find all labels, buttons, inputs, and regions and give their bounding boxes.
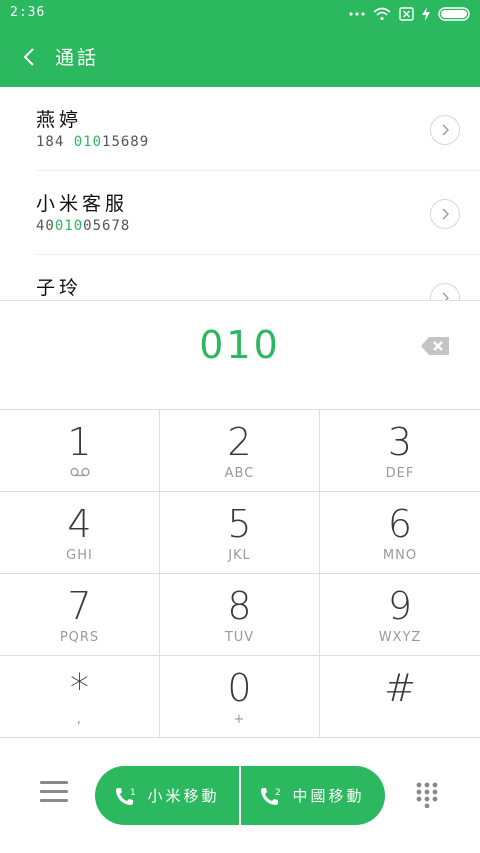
dialpad-toggle-button[interactable] (416, 782, 438, 809)
menu-icon-line (40, 799, 68, 802)
backspace-icon (421, 337, 449, 355)
key-9[interactable]: 9 WXYZ (320, 574, 480, 656)
key-letters: + (233, 712, 246, 727)
more-dots-icon (349, 12, 365, 16)
call-buttons: 1 小米移動 2 中國移動 (95, 766, 385, 825)
key-6[interactable]: 6 MNO (320, 492, 480, 574)
key-digit: 1 (67, 420, 92, 464)
key-star[interactable]: * , (0, 656, 160, 738)
chevron-right-icon (442, 124, 449, 136)
contact-number: 184 01015689 (36, 134, 149, 150)
contact-detail-button[interactable] (430, 199, 460, 229)
key-letters: MNO (382, 548, 418, 563)
phone-icon: 2 (261, 787, 282, 805)
key-letters: JKL (228, 548, 251, 563)
menu-icon (40, 781, 68, 784)
number-part: 40 (36, 218, 55, 234)
status-icons (349, 5, 472, 23)
contact-name: 子玲 (36, 277, 83, 299)
key-letters: TUV (224, 630, 255, 645)
phone-icon: 1 (116, 787, 137, 805)
sim-badge: 1 (130, 788, 137, 798)
call-sim1-button[interactable]: 1 小米移動 (95, 766, 240, 825)
charging-icon (422, 7, 430, 21)
key-digit: 9 (387, 584, 413, 628)
contact-name: 小米客服 (36, 193, 129, 215)
key-digit: # (384, 666, 416, 710)
key-hash[interactable]: # (320, 656, 480, 738)
key-digit: 4 (67, 502, 92, 546)
key-letters: , (76, 712, 83, 727)
key-7[interactable]: 7 PQRS (0, 574, 160, 656)
key-0[interactable]: 0 + (160, 656, 320, 738)
key-digit: 7 (67, 584, 92, 628)
key-letters: DEF (385, 466, 415, 481)
wifi-icon (373, 7, 391, 21)
battery-icon (438, 7, 470, 21)
contact-row[interactable]: 小米客服 4001005678 (0, 171, 480, 255)
key-5[interactable]: 5 JKL (160, 492, 320, 574)
backspace-button[interactable] (420, 334, 452, 358)
chevron-right-icon (442, 208, 449, 220)
number-match: 010 (54, 218, 84, 234)
key-8[interactable]: 8 TUV (160, 574, 320, 656)
top-bar: 2:36 通話 (0, 0, 480, 87)
contact-number: 4001005678 (36, 218, 130, 234)
key-digit: 6 (387, 502, 413, 546)
contact-row[interactable]: 燕婷 184 01015689 (0, 87, 480, 171)
key-digit: 2 (227, 420, 252, 464)
keypad: 1 2 ABC 3 DEF 4 GHI 5 JKL 6 MNO 7 PQRS 8… (0, 409, 480, 739)
key-digit: 8 (227, 584, 252, 628)
key-2[interactable]: 2 ABC (160, 410, 320, 492)
call-sim1-label: 小米移動 (147, 787, 220, 805)
dialpad-icon (416, 782, 438, 809)
number-match: 010 (73, 134, 103, 150)
status-time: 2:36 (10, 5, 46, 20)
key-letters: WXYZ (378, 630, 422, 645)
call-sim2-button[interactable]: 2 中國移動 (240, 766, 385, 825)
key-letters: GHI (66, 548, 93, 563)
dialed-number-display: 010 (0, 300, 480, 409)
voicemail-icon (70, 467, 90, 477)
status-bar: 2:36 (0, 0, 480, 28)
chevron-left-icon (23, 48, 34, 66)
header: 通話 (0, 28, 480, 87)
key-letters: PQRS (59, 630, 100, 645)
key-4[interactable]: 4 GHI (0, 492, 160, 574)
key-letters: ABC (224, 466, 255, 481)
page-title: 通話 (55, 47, 100, 69)
bottom-bar: 1 小米移動 2 中國移動 (0, 739, 480, 853)
contact-row[interactable]: 子玲 (0, 255, 480, 301)
menu-icon-line (40, 790, 68, 793)
number-part: 05678 (83, 218, 131, 234)
key-digit: 0 (227, 666, 252, 710)
no-sim-icon (399, 7, 414, 21)
contact-detail-button[interactable] (430, 283, 460, 301)
menu-button[interactable] (40, 781, 68, 805)
number-part: 184 (36, 134, 74, 150)
contact-name: 燕婷 (36, 109, 83, 131)
back-button[interactable] (14, 42, 44, 72)
key-3[interactable]: 3 DEF (320, 410, 480, 492)
call-sim2-label: 中國移動 (292, 787, 365, 805)
key-digit: 5 (227, 502, 252, 546)
contact-results: 燕婷 184 01015689 小米客服 4001005678 子玲 (0, 87, 480, 301)
sim-badge: 2 (275, 788, 282, 798)
number-part: 15689 (102, 134, 150, 150)
contact-detail-button[interactable] (430, 115, 460, 145)
key-digit: 3 (387, 420, 413, 464)
dialed-number: 010 (199, 323, 281, 367)
key-digit: * (70, 666, 89, 710)
key-1[interactable]: 1 (0, 410, 160, 492)
